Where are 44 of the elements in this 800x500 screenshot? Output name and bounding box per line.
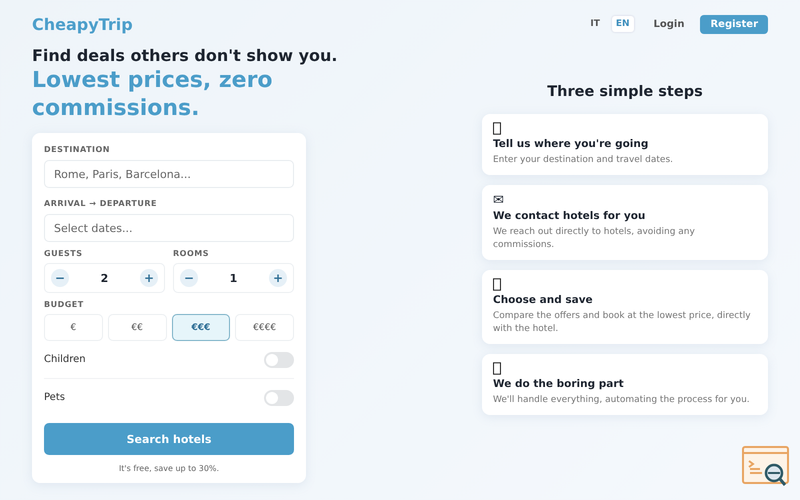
browser-search-icon[interactable] [742,446,790,488]
budget-option[interactable]: €€€ [172,314,230,341]
field-label: ARRIVAL → DEPARTURE [44,199,158,208]
blank-box-icon [493,362,501,375]
budget-option[interactable]: € [44,314,103,341]
step-title: We do the boring part [493,378,625,390]
field-label: ROOMS [173,249,210,258]
plus-button[interactable]: + [140,269,158,287]
language-button[interactable]: IT [586,16,604,32]
blank-box-icon [493,122,501,135]
login-link[interactable]: Login [654,18,684,30]
field-label: DESTINATION [44,145,111,154]
budget-option[interactable]: €€ [108,314,166,341]
note-text: It's free, save up to 30%. [118,464,220,473]
step-title: Tell us where you're going [493,138,650,150]
budget-option[interactable]: €€€€ [235,314,294,341]
tagline: Find deals others don't show you. [32,46,338,65]
plus-button[interactable]: + [269,269,287,287]
field-label: GUESTS [44,249,84,258]
toggle-switch[interactable] [264,352,294,368]
step-text: We reach out directly to hotels, avoiding any commissions. [493,226,696,252]
field-label: BUDGET [44,300,85,309]
dates-field[interactable]: Select dates... [44,214,294,242]
minus-button[interactable]: − [51,269,69,287]
destination-field[interactable]: Rome, Paris, Barcelona... [44,160,294,188]
envelope-icon: ✉ [493,193,504,208]
language-button[interactable]: EN [612,16,634,32]
step-text: We'll handle everything, automating the process for you. [493,394,751,407]
headline: Lowest prices, zero commissions. [32,67,274,123]
counter-value: 1 [230,272,238,284]
section-title: Three simple steps [546,84,704,100]
step-text: Compare the offers and book at the lowest price, directly with the hotel. [493,310,752,336]
step-title: We contact hotels for you [493,210,646,222]
logo[interactable]: CheapyTrip [32,14,133,34]
toggle-switch[interactable] [264,390,294,406]
search-button[interactable]: Search hotels [44,423,294,455]
counter-value: 2 [100,272,108,284]
toggle-label: Children [44,354,86,365]
register-button[interactable]: Register [700,14,768,34]
blank-box-icon [493,278,501,291]
step-title: Choose and save [493,294,594,306]
step-text: Enter your destination and travel dates. [493,154,674,167]
toggle-label: Pets [44,392,65,403]
minus-button[interactable]: − [180,269,198,287]
